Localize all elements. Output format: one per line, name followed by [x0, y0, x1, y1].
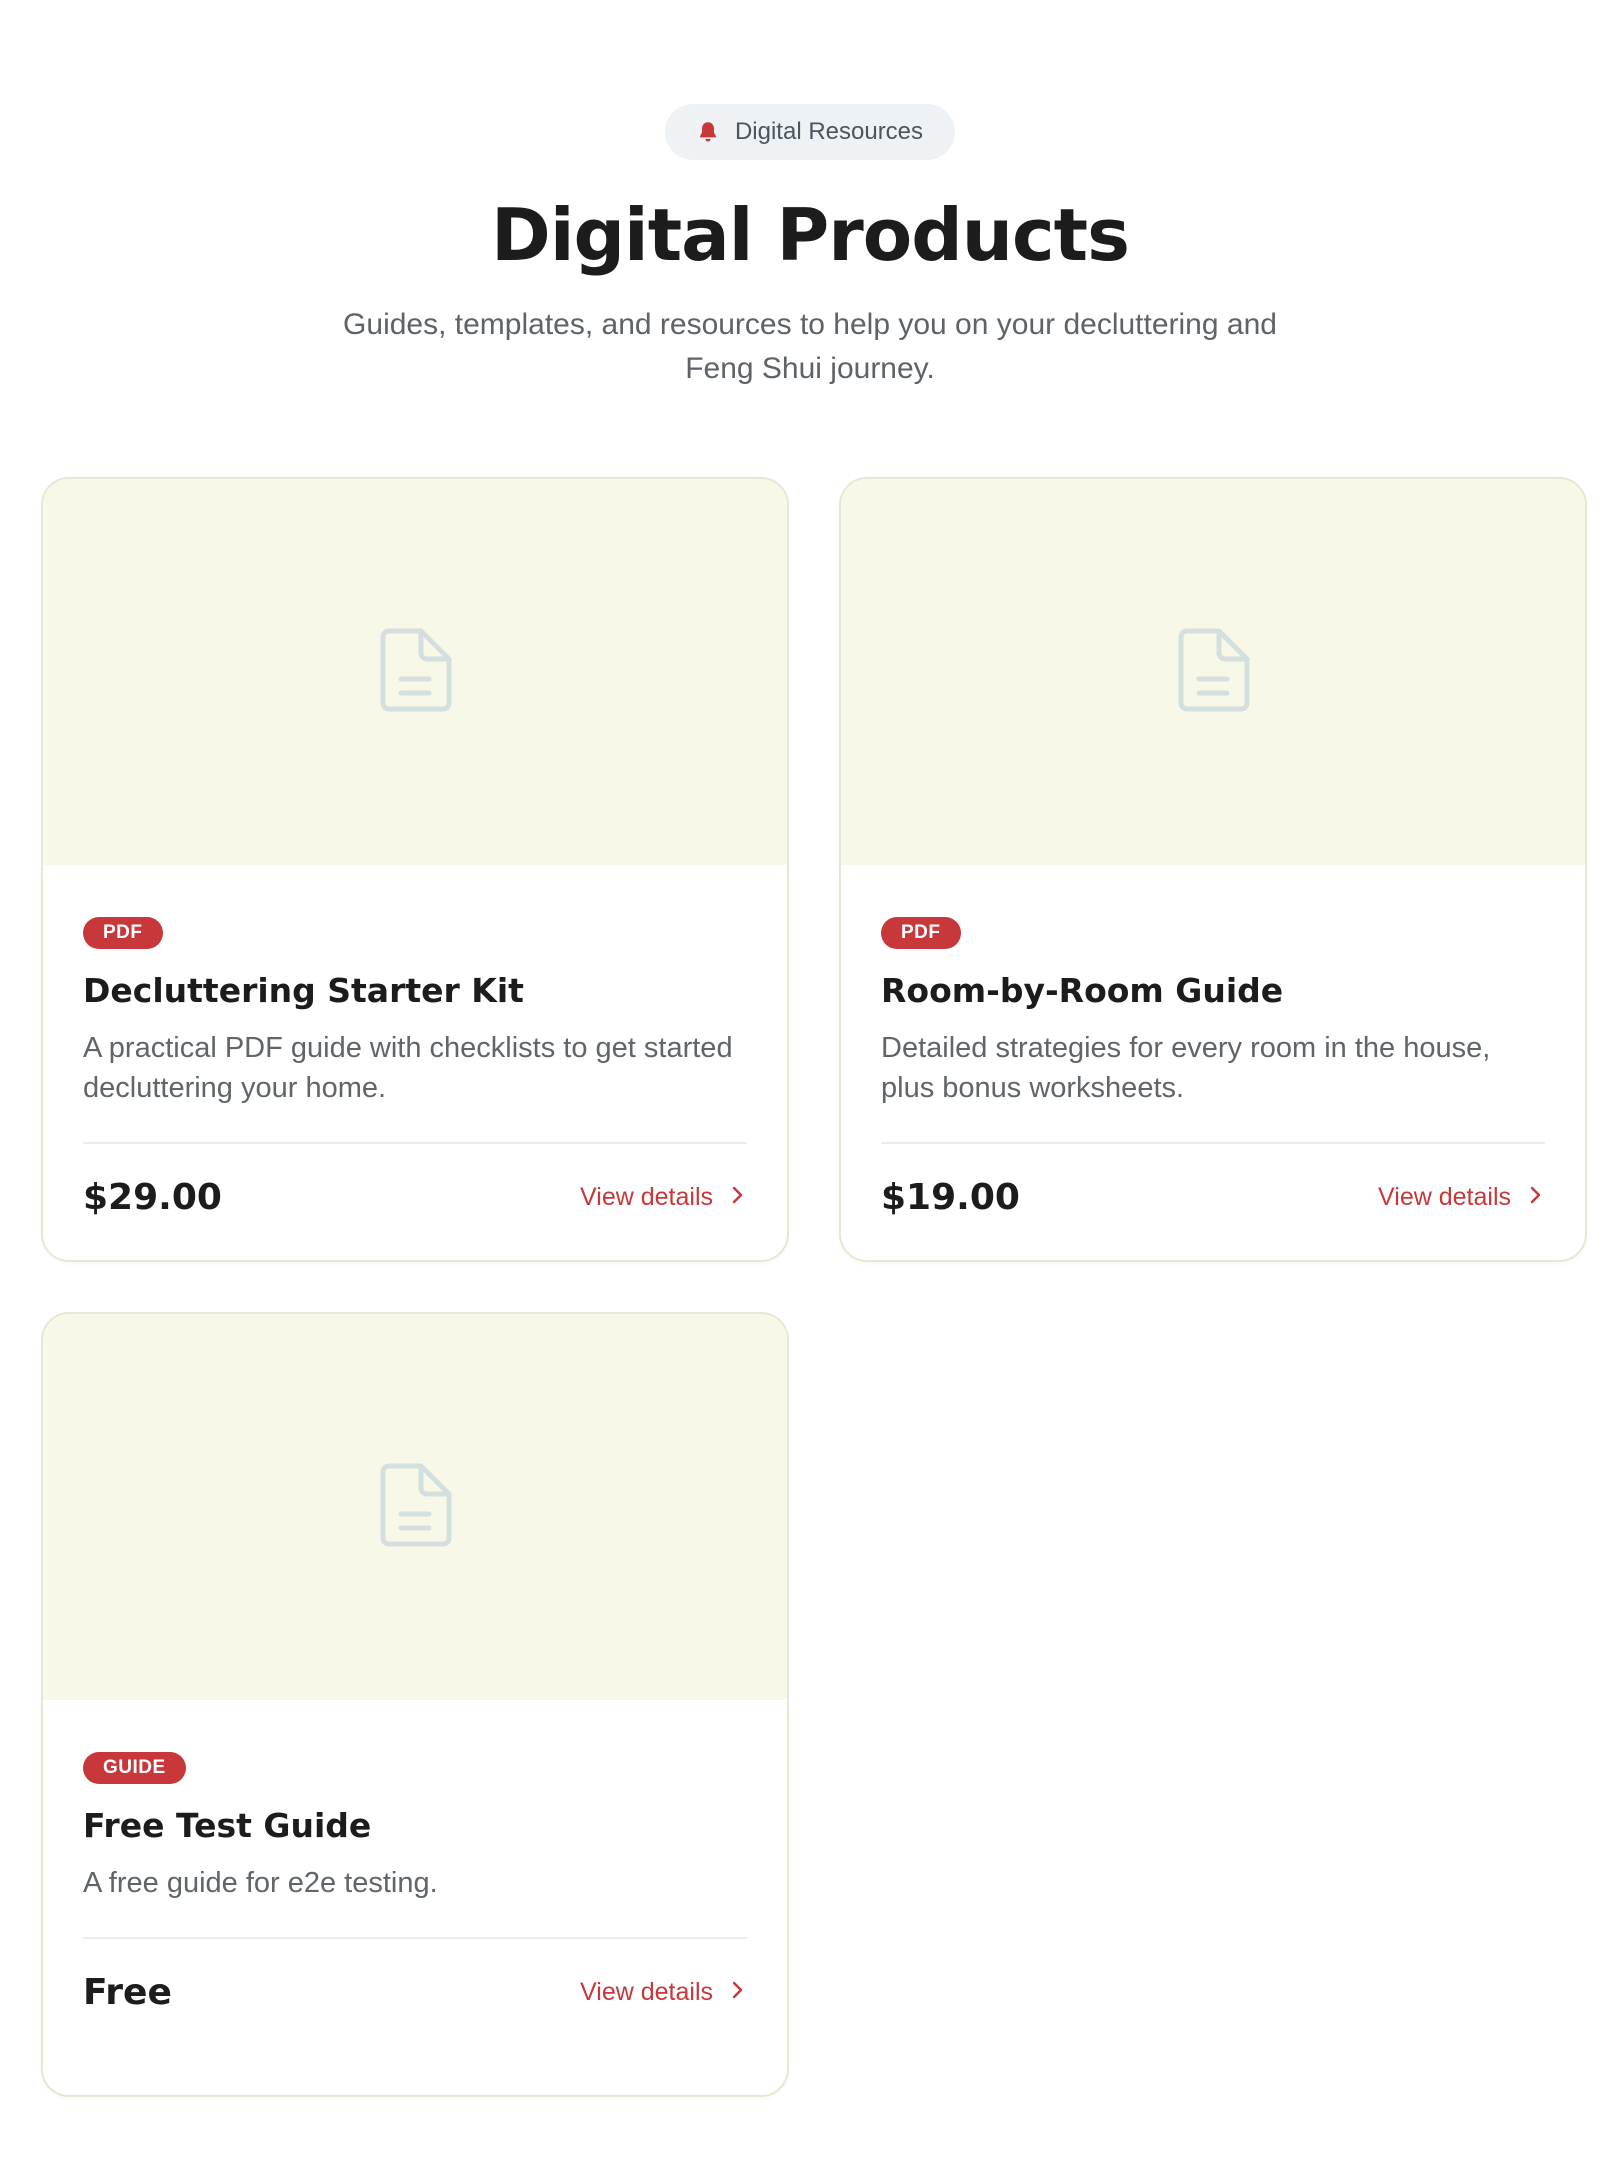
product-card[interactable]: GUIDE Free Test Guide A free guide for e…: [41, 1312, 789, 2097]
product-footer: $29.00 View details: [83, 1144, 747, 1250]
product-price: Free: [83, 1971, 172, 2013]
document-icon: [377, 1462, 453, 1553]
view-details-label: View details: [580, 1182, 713, 1211]
product-footer: Free View details: [83, 1939, 747, 2045]
chevron-right-icon: [1525, 1183, 1545, 1212]
product-type-badge: GUIDE: [83, 1752, 186, 1784]
product-type-badge: PDF: [881, 917, 961, 949]
product-price: $29.00: [83, 1176, 222, 1218]
product-name: Room-by-Room Guide: [881, 971, 1284, 1010]
view-details-link[interactable]: View details: [580, 1978, 747, 2007]
chevron-right-icon: [727, 1978, 747, 2007]
product-thumbnail: [43, 479, 787, 865]
view-details-label: View details: [580, 1977, 713, 2006]
product-grid: PDF Decluttering Starter Kit A practical…: [41, 477, 1587, 2097]
document-icon: [377, 627, 453, 718]
chevron-right-icon: [727, 1183, 747, 1212]
product-thumbnail: [841, 479, 1585, 865]
view-details-label: View details: [1378, 1182, 1511, 1211]
bell-icon: [695, 119, 721, 145]
section-pill: Digital Resources: [664, 104, 956, 160]
product-description: A free guide for e2e testing.: [83, 1867, 438, 1899]
product-card[interactable]: PDF Room-by-Room Guide Detailed strategi…: [839, 477, 1587, 1262]
product-name: Free Test Guide: [83, 1806, 372, 1845]
section-header: Digital Resources Digital Products Guide…: [0, 0, 1620, 391]
product-footer: $19.00 View details: [881, 1144, 1545, 1250]
product-name: Decluttering Starter Kit: [83, 971, 524, 1010]
product-type-badge: PDF: [83, 917, 163, 949]
product-body: GUIDE Free Test Guide A free guide for e…: [43, 1700, 787, 2095]
product-body: PDF Decluttering Starter Kit A practical…: [43, 865, 787, 1260]
document-icon: [1175, 627, 1251, 718]
product-description: Detailed strategies for every room in th…: [881, 1032, 1491, 1104]
product-body: PDF Room-by-Room Guide Detailed strategi…: [841, 865, 1585, 1260]
digital-products-page: Digital Resources Digital Products Guide…: [0, 0, 1620, 2160]
section-pill-label: Digital Resources: [734, 118, 924, 145]
page-title: Digital Products: [491, 193, 1130, 277]
product-description: A practical PDF guide with checklists to…: [83, 1032, 733, 1104]
page-subtitle: Guides, templates, and resources to help…: [343, 308, 1277, 386]
view-details-link[interactable]: View details: [580, 1183, 747, 1212]
product-thumbnail: [43, 1314, 787, 1700]
product-card[interactable]: PDF Decluttering Starter Kit A practical…: [41, 477, 789, 1262]
product-price: $19.00: [881, 1176, 1020, 1218]
view-details-link[interactable]: View details: [1378, 1183, 1545, 1212]
